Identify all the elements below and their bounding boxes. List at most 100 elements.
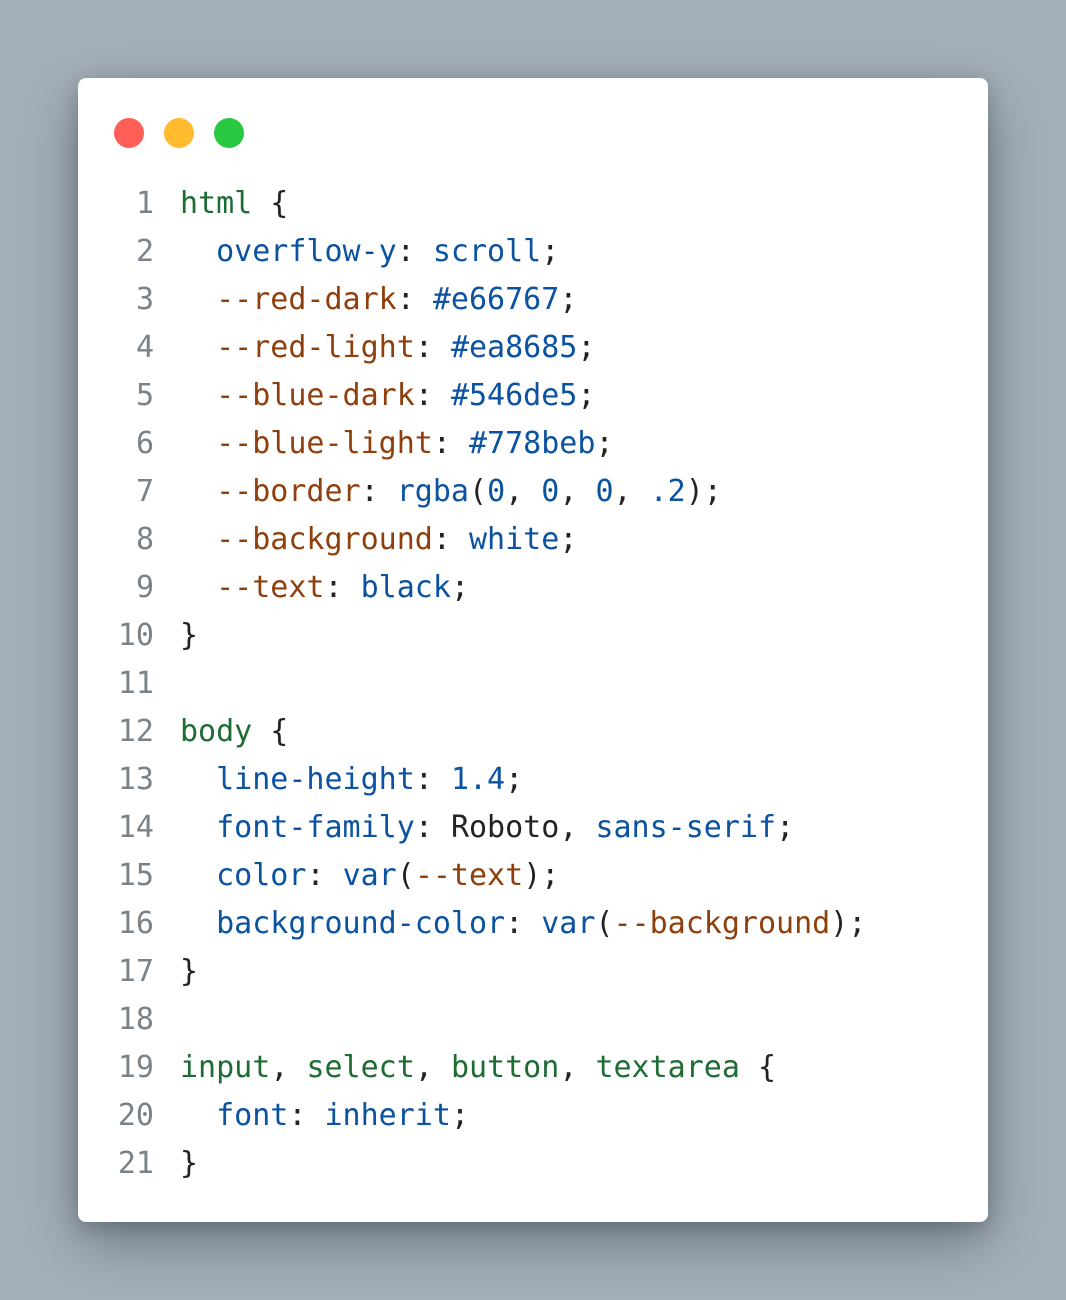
code-token: , <box>414 1050 451 1085</box>
code-token: { <box>252 186 289 221</box>
code-content: } <box>154 1140 198 1188</box>
code-token: #546de5 <box>450 378 578 413</box>
code-token: ; <box>595 426 614 461</box>
code-token: 0 <box>487 474 506 509</box>
code-token: , <box>505 474 542 509</box>
close-dot[interactable] <box>114 118 144 148</box>
code-token: ; <box>559 522 578 557</box>
code-line: 15 color: var(--text); <box>78 852 988 900</box>
code-token: --background <box>216 522 433 557</box>
code-content <box>154 996 180 1044</box>
code-line: 19 input, select, button, textarea { <box>78 1044 988 1092</box>
code-token: : <box>396 282 433 317</box>
code-token: line-height <box>216 762 415 797</box>
code-token: scroll <box>432 234 542 269</box>
code-token: } <box>180 1146 199 1181</box>
code-content <box>154 660 180 708</box>
code-line: 1 html { <box>78 180 988 228</box>
line-number: 1 <box>135 186 154 221</box>
code-line: 10} <box>78 612 988 660</box>
code-token: --text <box>216 570 325 605</box>
code-token: , <box>559 474 596 509</box>
line-number: 11 <box>117 666 154 701</box>
code-token: : <box>505 906 542 941</box>
code-line: 12 body { <box>78 708 988 756</box>
code-line: 3 --red-dark: #e66767; <box>78 276 988 324</box>
code-token: body <box>180 714 253 749</box>
code-content: input, select, button, textarea { <box>154 1044 776 1092</box>
line-number: 20 <box>117 1098 154 1133</box>
line-number: 12 <box>117 714 154 749</box>
code-window: 1 html {2 overflow-y: scroll; 3 --red-dark… <box>78 78 988 1222</box>
code-token: : <box>306 858 343 893</box>
code-content: font: inherit; <box>154 1092 469 1140</box>
code-token: font-family <box>216 810 415 845</box>
code-token: Roboto <box>450 810 560 845</box>
code-token: ; <box>559 282 578 317</box>
code-line: 21} <box>78 1140 988 1188</box>
code-token: , <box>559 810 596 845</box>
code-token: , <box>613 474 650 509</box>
code-token: ; <box>450 570 469 605</box>
line-number: 19 <box>117 1050 154 1085</box>
code-content: overflow-y: scroll; <box>154 228 559 276</box>
window-controls <box>114 118 244 148</box>
code-token: ; <box>577 330 596 365</box>
code-token: --red-light <box>216 330 415 365</box>
line-number: 8 <box>135 522 154 557</box>
code-token: var <box>541 906 596 941</box>
code-line: 11 <box>78 660 988 708</box>
line-number: 4 <box>135 330 154 365</box>
code-line: 16 background-color: var(--background); <box>78 900 988 948</box>
code-token: { <box>739 1050 777 1085</box>
code-content: --text: black; <box>154 564 469 612</box>
code-token: , <box>559 1050 596 1085</box>
code-line: 4 --red-light: #ea8685; <box>78 324 988 372</box>
code-content: --red-dark: #e66767; <box>154 276 577 324</box>
code-token: --blue-dark <box>216 378 415 413</box>
line-number: 9 <box>135 570 154 605</box>
code-token: : <box>396 234 433 269</box>
code-line: 14 font-family: Roboto, sans-serif; <box>78 804 988 852</box>
code-token: black <box>360 570 451 605</box>
code-token: ( <box>469 474 488 509</box>
code-token: : <box>414 378 451 413</box>
line-number: 10 <box>117 618 154 653</box>
code-line: 18 <box>78 996 988 1044</box>
code-content: html { <box>154 180 288 228</box>
code-content: } <box>154 612 198 660</box>
minimize-dot[interactable] <box>164 118 194 148</box>
line-number: 13 <box>117 762 154 797</box>
line-number: 17 <box>117 954 154 989</box>
code-token: textarea <box>595 1050 740 1085</box>
code-token: } <box>180 618 199 653</box>
line-number: 15 <box>117 858 154 893</box>
line-number: 6 <box>135 426 154 461</box>
code-token: sans-serif <box>595 810 777 845</box>
code-content: --blue-dark: #546de5; <box>154 372 595 420</box>
code-token: : <box>414 330 451 365</box>
code-line: 20 font: inherit; <box>78 1092 988 1140</box>
code-token: } <box>180 954 199 989</box>
code-token: : <box>432 522 469 557</box>
code-token: --border <box>216 474 361 509</box>
line-number: 16 <box>117 906 154 941</box>
code-token: { <box>252 714 289 749</box>
code-token: ; <box>776 810 795 845</box>
code-token: var <box>342 858 397 893</box>
maximize-dot[interactable] <box>214 118 244 148</box>
code-content: color: var(--text); <box>154 852 559 900</box>
code-token: #e66767 <box>432 282 560 317</box>
code-token: ( <box>595 906 614 941</box>
code-token: 1.4 <box>450 762 506 797</box>
line-number: 18 <box>117 1002 154 1037</box>
code-token: color <box>216 858 307 893</box>
code-token: --red-dark <box>216 282 397 317</box>
code-line: 2 overflow-y: scroll; <box>78 228 988 276</box>
code-line: 8 --background: white; <box>78 516 988 564</box>
